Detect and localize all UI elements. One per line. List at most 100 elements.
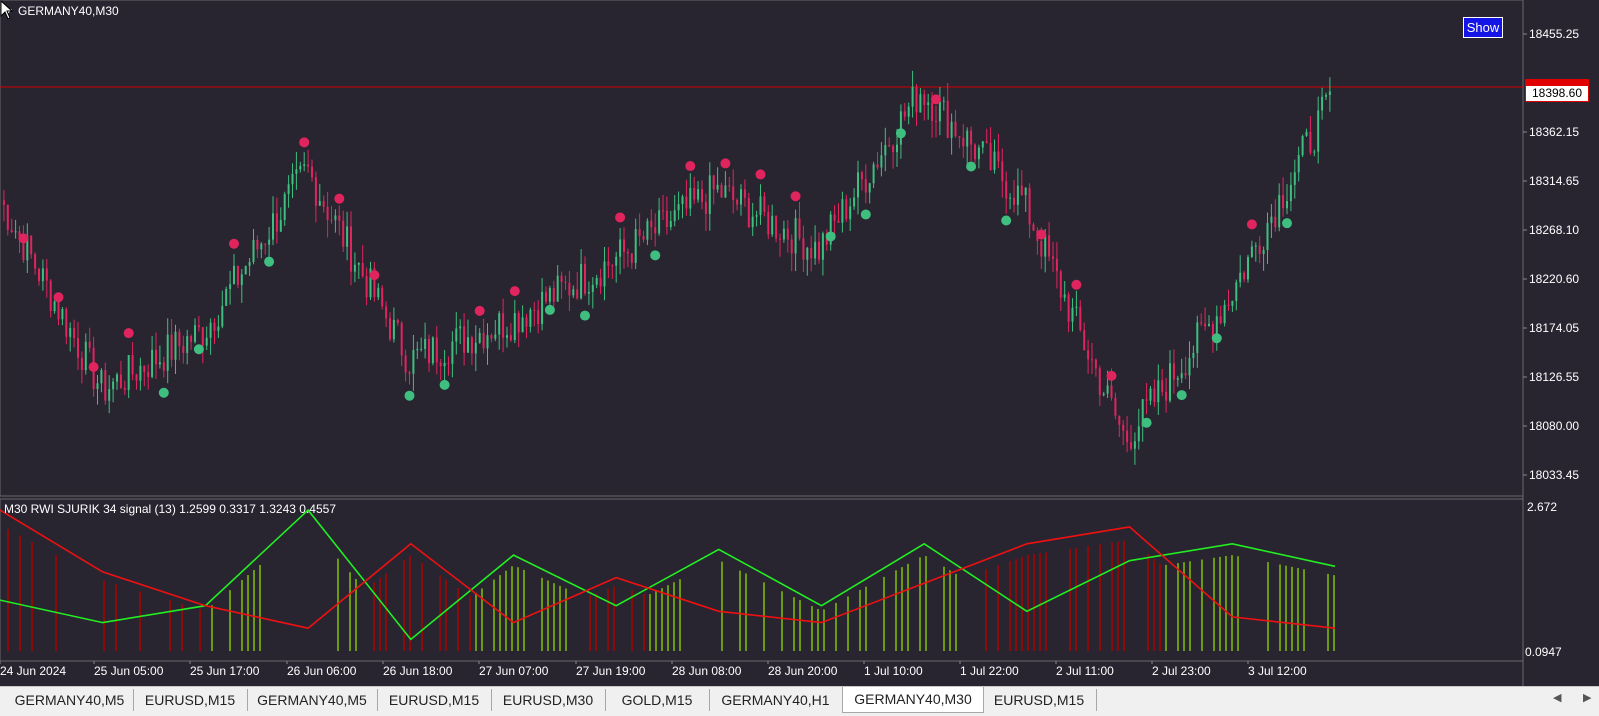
candle-body (502, 313, 505, 338)
candle-body (240, 274, 243, 285)
candle-body (899, 111, 902, 145)
candle-body (84, 341, 87, 371)
tab-eurusd-m15[interactable]: EURUSD,M15 (982, 689, 1097, 711)
candle-body (697, 189, 700, 200)
candle-body (1048, 235, 1051, 257)
current-price-label: 18398.60 (1525, 85, 1589, 102)
candle-body (1301, 135, 1304, 156)
candle-body (1067, 294, 1070, 322)
candle-body (213, 322, 216, 331)
candle-body (1309, 131, 1312, 153)
candle-body (1274, 216, 1277, 228)
candle-body (708, 175, 711, 214)
candle-body (845, 199, 848, 220)
candle-body (806, 247, 809, 260)
candle-body (868, 183, 871, 193)
candle-body (974, 144, 976, 160)
buy-signal-icon (650, 250, 661, 261)
candle-body (174, 331, 177, 360)
candle-body (548, 287, 551, 302)
chart-canvas[interactable] (0, 0, 1599, 686)
price-tick-label: 18033.45 (1529, 468, 1580, 482)
candle-body (221, 305, 224, 327)
candle-body (104, 370, 107, 401)
time-tick-label: 1 Jul 10:00 (864, 664, 923, 678)
candle-body (498, 313, 501, 335)
candle-body (876, 164, 879, 168)
candle-body (580, 263, 583, 299)
candle-body (1137, 426, 1140, 442)
candle-body (1013, 197, 1015, 205)
buy-signal-icon (1141, 417, 1152, 428)
candle-body (342, 220, 345, 247)
candle-body (338, 215, 341, 221)
candle-body (1317, 110, 1320, 152)
candle-body (209, 322, 212, 338)
candle-body (455, 328, 458, 342)
tab-scroll-left-icon[interactable]: ◀ (1553, 691, 1561, 704)
sell-signal-icon (88, 362, 99, 373)
candle-body (814, 241, 817, 259)
candle-body (931, 102, 934, 121)
price-tick-label: 18174.05 (1529, 321, 1580, 335)
sell-signal-icon (615, 212, 626, 223)
time-tick-label: 3 Jul 12:00 (1248, 664, 1307, 678)
candle-body (404, 355, 407, 373)
tab-eurusd-m15[interactable]: EURUSD,M15 (133, 689, 248, 711)
chart-window[interactable]: GERMANY40,M30 Show 18455.25 18362.15 18314… (0, 0, 1599, 686)
candle-body (1239, 272, 1242, 283)
candle-body (568, 282, 571, 296)
tab-germany40-m5[interactable]: GERMANY40,M5 (6, 689, 134, 711)
candle-body (517, 313, 520, 333)
candle-body (1227, 304, 1230, 306)
candle-body (779, 238, 781, 240)
show-button[interactable]: Show (1463, 17, 1503, 38)
candle-body (595, 277, 598, 285)
time-tick-label: 1 Jul 22:00 (960, 664, 1019, 678)
candle-body (954, 121, 957, 137)
candle-body (412, 350, 415, 374)
candle-body (1055, 258, 1058, 272)
candle-body (186, 336, 189, 354)
sell-signal-icon (720, 158, 731, 169)
candle-body (1063, 294, 1066, 298)
candle-body (911, 86, 914, 107)
candle-body (217, 326, 220, 331)
candle-body (693, 188, 696, 200)
time-tick-label: 26 Jun 06:00 (287, 664, 357, 678)
candle-body (139, 365, 142, 381)
candle-body (314, 177, 317, 206)
tab-germany40-m5[interactable]: GERMANY40,M5 (247, 689, 378, 711)
tab-eurusd-m30[interactable]: EURUSD,M30 (491, 689, 606, 711)
candle-body (1278, 195, 1281, 228)
buy-signal-icon (544, 304, 555, 315)
candle-body (818, 241, 820, 260)
candle-body (1188, 358, 1191, 376)
tab-germany40-h1[interactable]: GERMANY40,H1 (709, 689, 843, 711)
candle-body (486, 335, 489, 349)
candle-body (287, 184, 290, 195)
candle-body (872, 164, 875, 184)
buy-signal-icon (193, 344, 204, 355)
candle-body (556, 275, 559, 302)
candle-body (1262, 250, 1265, 254)
tab-germany40-m30[interactable]: GERMANY40,M30 (842, 687, 984, 713)
candle-body (205, 337, 208, 346)
candle-body (2, 200, 5, 205)
buy-signal-icon (860, 209, 871, 220)
candle-body (1059, 271, 1062, 298)
candle-body (1145, 399, 1148, 401)
candle-body (420, 348, 423, 350)
candle-body (728, 185, 731, 187)
candle-body (790, 239, 793, 254)
tab-gold-m15[interactable]: GOLD,M15 (605, 689, 710, 711)
candle-body (178, 331, 181, 346)
tab-scroll-right-icon[interactable]: ▶ (1583, 691, 1591, 704)
sell-signal-icon (18, 233, 29, 244)
tab-eurusd-m15[interactable]: EURUSD,M15 (377, 689, 492, 711)
candle-body (1009, 197, 1012, 199)
candle-body (1020, 185, 1023, 196)
candle-body (521, 317, 524, 333)
candle-body (365, 275, 368, 298)
time-tick-label: 26 Jun 18:00 (383, 664, 453, 678)
